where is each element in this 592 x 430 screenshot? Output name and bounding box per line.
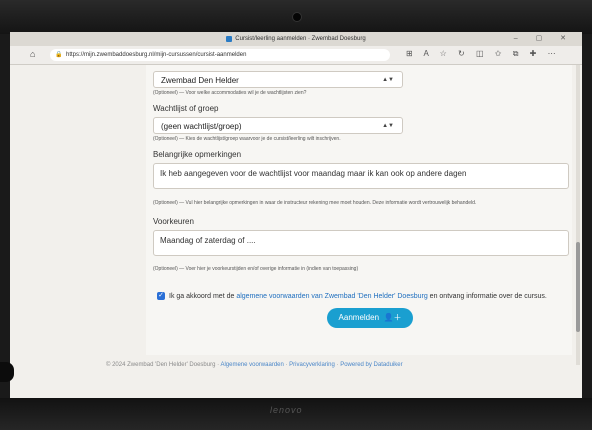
- page-content: Zwembad Den Helder ▲▼ (Optioneel) — Voor…: [10, 65, 582, 398]
- accommodation-value: Zwembad Den Helder: [161, 76, 239, 85]
- url-text: https://mijn.zwembaddoesburg.nl/mijn-cur…: [66, 52, 247, 58]
- preferences-help: (Optioneel) — Voer hier je voorkeurstijd…: [153, 266, 359, 272]
- address-bar: ‹ ⌂ 🔒 https://mijn.zwembaddoesburg.nl/mi…: [10, 46, 582, 65]
- window-controls[interactable]: – ▢ ✕: [514, 32, 574, 46]
- remarks-label: Belangrijke opmerkingen: [153, 150, 242, 159]
- laptop-bezel-top: [0, 0, 592, 34]
- submit-button[interactable]: Aanmelden 👤＋: [327, 308, 413, 328]
- waitlist-value: (geen wachtlijst/groep): [161, 122, 242, 131]
- preferences-label: Voorkeuren: [153, 217, 194, 226]
- lock-icon: 🔒: [55, 52, 63, 58]
- remarks-help: (Optioneel) — Vul hier belangrijke opmer…: [153, 200, 477, 206]
- submit-label: Aanmelden: [338, 313, 380, 322]
- read-aloud-icon[interactable]: A: [423, 49, 428, 58]
- extensions-icon[interactable]: ✚: [530, 49, 537, 58]
- brand-logo: lenovo: [270, 405, 303, 415]
- waitlist-label: Wachtlijst of groep: [153, 104, 219, 113]
- footer-link-terms[interactable]: Algemene voorwaarden: [220, 362, 283, 368]
- footer-copyright: © 2024 Zwembad 'Den Helder' Doesburg ·: [106, 362, 220, 368]
- more-icon[interactable]: ⋯: [548, 49, 556, 58]
- favorites-icon[interactable]: ✩: [495, 49, 502, 58]
- footer-link-privacy[interactable]: Privacyverklaring: [289, 362, 335, 368]
- waitlist-select[interactable]: (geen wachtlijst/groep) ▲▼: [153, 117, 403, 134]
- chevron-down-icon: ▲▼: [382, 77, 394, 83]
- chevron-down-icon: ▲▼: [382, 123, 394, 129]
- favorite-icon[interactable]: ☆: [440, 49, 447, 58]
- side-button: [0, 362, 14, 382]
- remarks-textarea[interactable]: Ik heb aangegeven voor de wachtlijst voo…: [153, 163, 569, 189]
- refresh-icon[interactable]: ↻: [458, 49, 465, 58]
- scrollbar-thumb[interactable]: [576, 242, 580, 332]
- agreement-prefix: Ik ga akkoord met de: [169, 292, 235, 300]
- preferences-value: Maandag of zaterdag of ....: [160, 236, 256, 245]
- terms-link[interactable]: algemene voorwaarden van Zwembad 'Den He…: [236, 293, 427, 300]
- site-favicon-icon: [226, 36, 233, 42]
- accommodation-help: (Optioneel) — Voor welke accommodaties w…: [153, 90, 307, 96]
- remarks-value: Ik heb aangegeven voor de wachtlijst voo…: [160, 169, 467, 178]
- title-bar: Cursist/leerling aanmelden · Zwembad Doe…: [10, 32, 582, 46]
- tab-title[interactable]: Cursist/leerling aanmelden · Zwembad Doe…: [235, 32, 365, 46]
- agreement-checkbox[interactable]: ✓: [157, 292, 165, 300]
- add-user-icon: 👤＋: [381, 313, 402, 322]
- browser-window: Cursist/leerling aanmelden · Zwembad Doe…: [10, 32, 582, 398]
- agreement-row: ✓ Ik ga akkoord met de algemene voorwaard…: [157, 292, 547, 300]
- url-input[interactable]: 🔒 https://mijn.zwembaddoesburg.nl/mijn-c…: [50, 49, 390, 61]
- page-footer: © 2024 Zwembad 'Den Helder' Doesburg · A…: [106, 362, 403, 368]
- waitlist-help: (Optioneel) — Kies de wachtlijst/groep w…: [153, 136, 341, 142]
- agreement-suffix: en ontvang informatie over de cursus.: [429, 292, 547, 300]
- footer-link-powered[interactable]: Powered by Dataduiker: [340, 362, 402, 368]
- reader-icon[interactable]: ⊞: [406, 49, 413, 58]
- home-icon[interactable]: ⌂: [30, 49, 35, 59]
- webcam: [292, 12, 302, 22]
- preferences-textarea[interactable]: Maandag of zaterdag of ....: [153, 230, 569, 256]
- collections-icon[interactable]: ⧉: [513, 49, 519, 58]
- browser-toolbar: ⊞ A ☆ ↻ ◫ ✩ ⧉ ✚ ⋯: [406, 49, 556, 59]
- accommodation-select[interactable]: Zwembad Den Helder ▲▼: [153, 71, 403, 88]
- split-icon[interactable]: ◫: [476, 49, 484, 58]
